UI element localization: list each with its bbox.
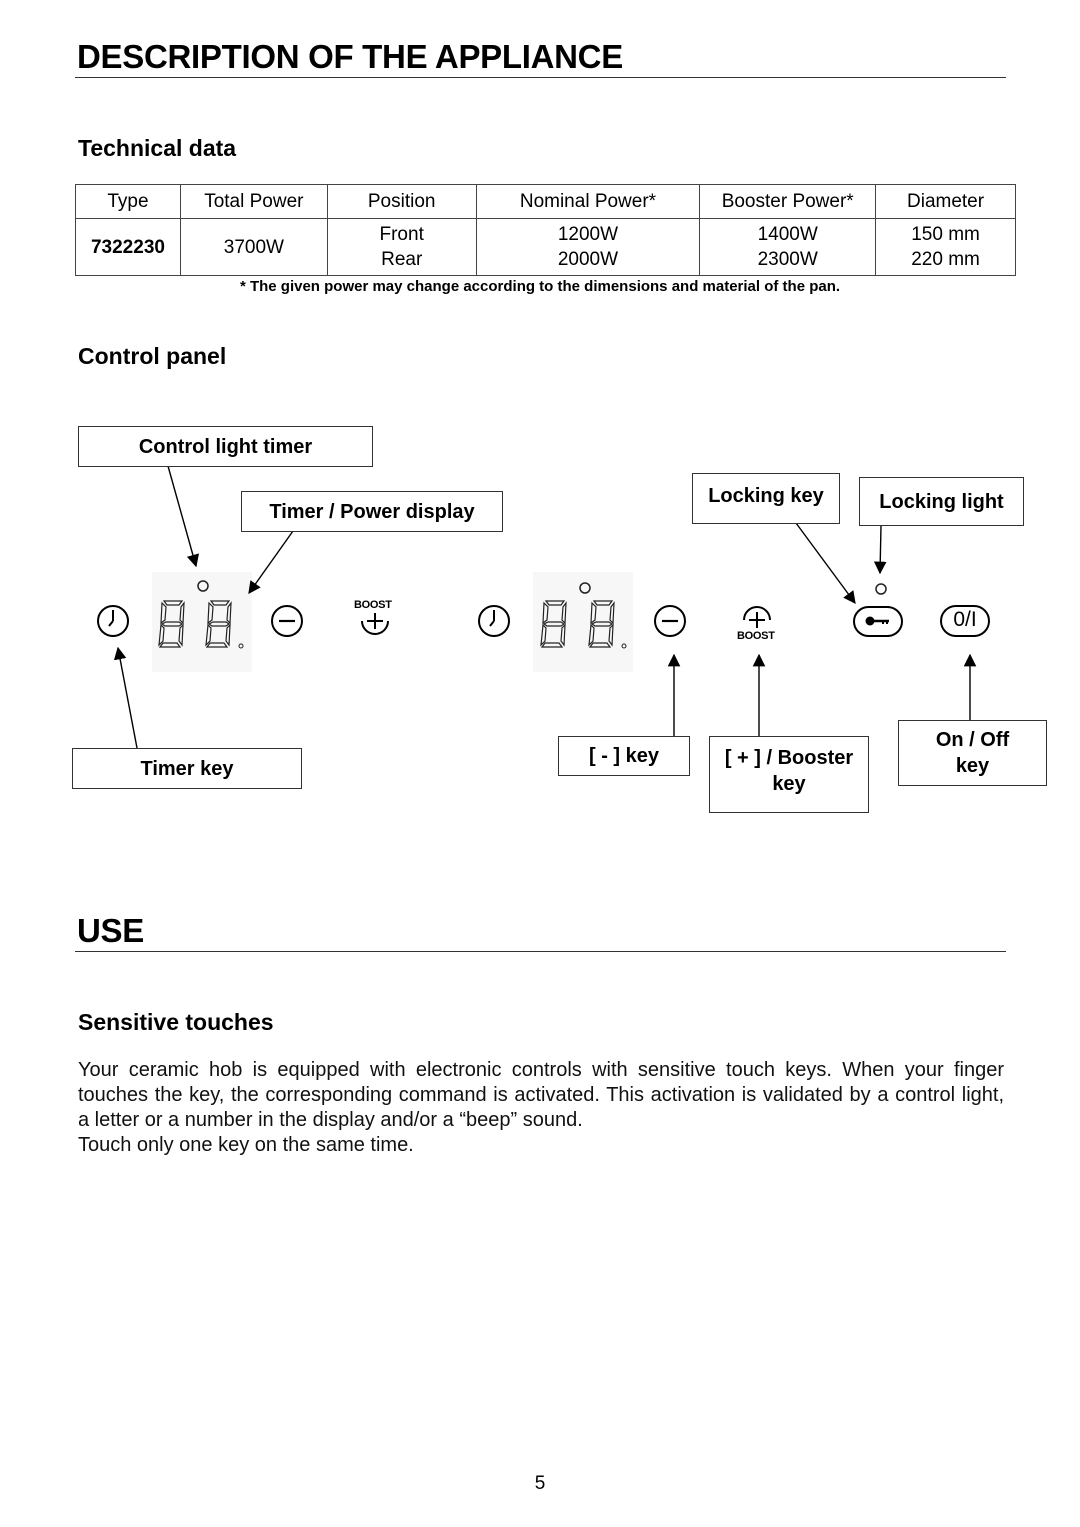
callout-plus-booster-key: [ + ] / Booster key [709,736,869,813]
on-off-line1: On / Off [935,729,1010,751]
arrow-timer-power-display [248,530,294,595]
callout-timer-power-display: Timer / Power display [241,491,503,532]
plus-booster-line2: key [772,773,806,795]
left-timer-indicator-light [197,580,209,592]
right-timer-indicator-light [579,582,591,594]
left-display-dot [238,643,244,649]
locking-key-icon [853,606,903,637]
timer-key-right-clock-icon [478,605,510,637]
plus-boost-key-left-icon [361,613,389,635]
plus-booster-line1: [ + ] / Booster [724,747,854,769]
boost-label-right: BOOST [737,630,775,642]
boost-label-left: BOOST [354,599,392,611]
right-display-digit-1 [540,600,567,648]
arrow-timer-key [113,646,138,749]
callout-on-off-key: On / Off key [898,720,1047,786]
on-off-symbol: 0/I [953,608,977,631]
minus-key-left-icon [271,605,303,637]
arrow-locking-key [795,522,856,605]
sensitive-touches-note: Touch only one key on the same time. [78,1134,414,1156]
section-title-use: USE [77,912,144,949]
left-display-digit-1 [158,600,185,648]
arrow-control-light-timer [167,465,200,568]
arrow-locking-light [873,525,887,575]
callout-timer-key: Timer key [72,748,302,789]
sensitive-touches-heading: Sensitive touches [78,1009,274,1035]
locking-indicator-light [875,583,887,595]
callout-control-light-timer: Control light timer [78,426,373,467]
plus-boost-key-right-icon [743,606,771,628]
minus-key-right-icon [654,605,686,637]
page-number: 5 [534,1473,546,1494]
callout-minus-key: [ - ] key [558,736,690,776]
left-display-digit-2 [205,600,232,648]
sensitive-touches-paragraph: Your ceramic hob is equipped with electr… [78,1059,1004,1131]
use-divider [75,951,1006,952]
timer-key-left-clock-icon [97,605,129,637]
callout-locking-light: Locking light [859,477,1024,526]
right-display-dot [621,643,627,649]
callout-locking-key: Locking key [692,473,840,524]
right-display-digit-2 [588,600,615,648]
on-off-line2: key [955,755,990,777]
